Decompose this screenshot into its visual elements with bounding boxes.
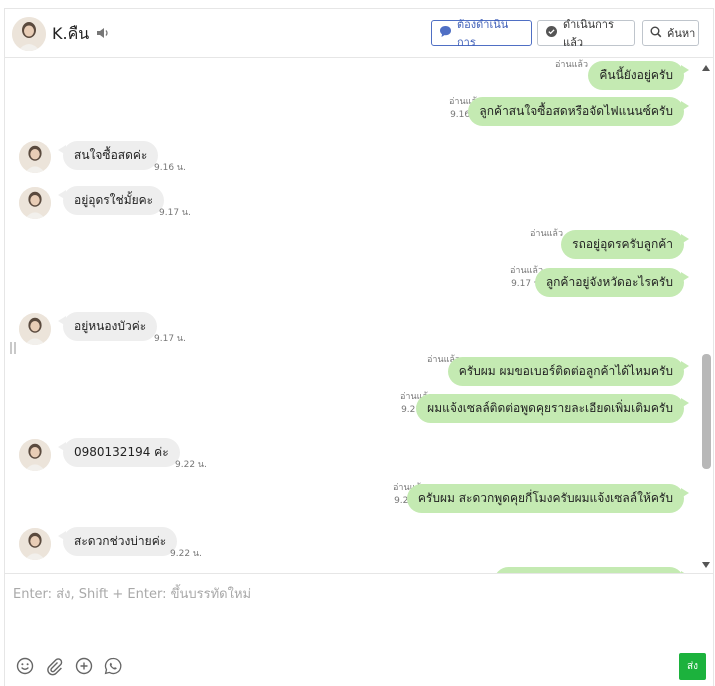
message-text: อยู่หนองบัวค่ะ bbox=[74, 319, 147, 333]
contact-name: K.คืน bbox=[52, 24, 90, 43]
message-text: อยู่อุดรใช่มั้ยคะ bbox=[74, 193, 154, 207]
message-bubble-outgoing[interactable]: ลูกค้าสนใจซื้อสดหรือจัดไฟแนนซ์ครับ bbox=[468, 97, 689, 126]
chat-header: K.คืน ต้องดำเนินการ ดำเนินการแล้ว ค้นหา bbox=[5, 9, 713, 58]
message-list[interactable]: อ่านแล้ว คืนนี้ยังอยู่ครับ อ่านแล้ว 9.16… bbox=[5, 58, 713, 574]
scroll-down-icon[interactable] bbox=[702, 562, 710, 568]
message-input[interactable] bbox=[5, 574, 713, 644]
message-bubble-incoming[interactable]: อยู่หนองบัวค่ะ bbox=[57, 312, 158, 341]
sender-avatar[interactable] bbox=[19, 187, 51, 219]
message-text: รถอยู่อุดรครับลูกค้า bbox=[572, 237, 673, 251]
message-meta: อ่านแล้ว bbox=[555, 59, 588, 72]
message-text: ครับผม ผมขอเบอร์ติดต่อลูกค้าได้ไหมครับ bbox=[458, 364, 673, 378]
read-status: อ่านแล้ว bbox=[530, 229, 563, 239]
sender-avatar[interactable] bbox=[19, 528, 51, 560]
message-text: 0980132194 ค่ะ bbox=[74, 445, 169, 459]
add-icon[interactable] bbox=[74, 656, 94, 676]
message-meta: อ่านแล้ว bbox=[530, 228, 563, 241]
todo-button[interactable]: ต้องดำเนินการ bbox=[431, 18, 532, 49]
message-text: คืนนี้ยังอยู่ครับ bbox=[599, 68, 673, 82]
search-label: ค้นหา bbox=[667, 27, 696, 40]
emoji-icon[interactable] bbox=[15, 656, 35, 676]
message-bubble-incoming[interactable]: อยู่อุดรใช่มั้ยคะ bbox=[57, 186, 165, 215]
message-text: ครับผม สะดวกพูดคุยกี่โมงครับผมแจ้งเซลล์ใ… bbox=[417, 491, 673, 505]
message-bubble-outgoing[interactable]: ลูกค้าอยู่จังหวัดอะไรครับ bbox=[534, 268, 690, 297]
read-status: อ่านแล้ว bbox=[555, 60, 588, 70]
speaker-icon[interactable] bbox=[95, 25, 111, 41]
message-bubble-outgoing[interactable]: คืนนี้ยังอยู่ครับ bbox=[588, 61, 689, 90]
message-time: 9.17 น. bbox=[154, 334, 186, 344]
message-bubble-outgoing[interactable]: ครับผม สะดวกพูดคุยกี่โมงครับผมแจ้งเซลล์ใ… bbox=[406, 484, 690, 513]
attachment-icon[interactable] bbox=[44, 656, 64, 676]
contact-avatar[interactable] bbox=[12, 17, 46, 51]
resize-handle[interactable] bbox=[10, 342, 16, 354]
sender-avatar[interactable] bbox=[19, 439, 51, 471]
chat-bubble-icon bbox=[439, 25, 452, 41]
scroll-up-icon[interactable] bbox=[702, 65, 710, 71]
done-label: ดำเนินการแล้ว bbox=[563, 18, 614, 49]
message-time: 9.17 น. bbox=[159, 208, 191, 218]
chat-check-icon bbox=[545, 25, 558, 41]
message-bubble-outgoing[interactable]: ครับผม ผมขอเบอร์ติดต่อลูกค้าได้ไหมครับ bbox=[447, 357, 690, 386]
message-time: 9.22 น. bbox=[175, 460, 207, 470]
message-text: สนใจซื้อสดค่ะ bbox=[74, 148, 148, 162]
message-bubble-outgoing[interactable] bbox=[494, 567, 689, 573]
message-text: สะดวกช่วงบ่ายค่ะ bbox=[74, 534, 167, 548]
whatsapp-icon[interactable] bbox=[103, 656, 123, 676]
done-button[interactable]: ดำเนินการแล้ว bbox=[537, 18, 635, 49]
message-text: ลูกค้าอยู่จังหวัดอะไรครับ bbox=[545, 275, 673, 289]
message-bubble-incoming[interactable]: สนใจซื้อสดค่ะ bbox=[57, 141, 159, 170]
message-bubble-incoming[interactable]: 0980132194 ค่ะ bbox=[58, 438, 180, 467]
todo-label: ต้องดำเนินการ bbox=[457, 18, 509, 49]
send-button[interactable]: ส่ง bbox=[679, 653, 706, 680]
message-bubble-outgoing[interactable]: ผมแจ้งเซลล์ติดต่อพูดคุยรายละเอียดเพิ่มเต… bbox=[416, 394, 689, 423]
search-button[interactable]: ค้นหา bbox=[642, 20, 699, 46]
message-text: ลูกค้าสนใจซื้อสดหรือจัดไฟแนนซ์ครับ bbox=[479, 104, 673, 118]
sender-avatar[interactable] bbox=[19, 313, 51, 345]
message-bubble-incoming[interactable]: สะดวกช่วงบ่ายค่ะ bbox=[57, 527, 178, 556]
sender-avatar[interactable] bbox=[19, 141, 51, 173]
message-time: 9.16 น. bbox=[154, 163, 186, 173]
message-text: ผมแจ้งเซลล์ติดต่อพูดคุยรายละเอียดเพิ่มเต… bbox=[427, 401, 673, 415]
scrollbar-thumb[interactable] bbox=[702, 354, 711, 469]
message-time: 9.22 น. bbox=[170, 549, 202, 559]
search-icon bbox=[650, 26, 662, 41]
message-bubble-outgoing[interactable]: รถอยู่อุดรครับลูกค้า bbox=[561, 230, 689, 259]
composer: ส่ง bbox=[5, 574, 713, 686]
chat-window: K.คืน ต้องดำเนินการ ดำเนินการแล้ว ค้นหา bbox=[4, 8, 714, 686]
